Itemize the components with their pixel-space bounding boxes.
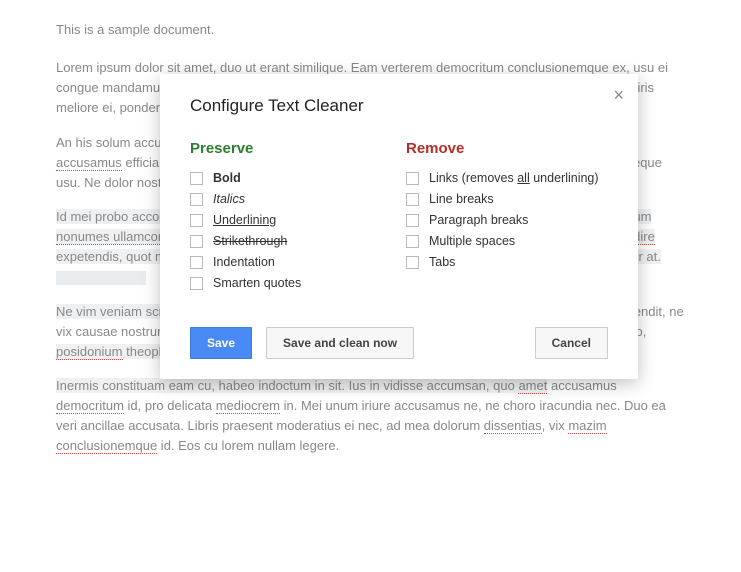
checkbox-icon <box>406 172 419 185</box>
preserve-indentation-option[interactable]: Indentation <box>190 255 392 269</box>
spellcheck-word: accusamus <box>56 155 122 171</box>
preserve-heading: Preserve <box>190 140 392 157</box>
option-label: Italics <box>213 192 245 206</box>
remove-multiple-spaces-option[interactable]: Multiple spaces <box>406 234 608 248</box>
spellcheck-word: mediocrem <box>216 398 280 414</box>
checkbox-icon <box>190 214 203 227</box>
spellcheck-word: conclusionemque <box>56 438 157 454</box>
spellcheck-word: dissentias <box>484 418 542 434</box>
remove-column: Remove Links (removes all underlining) L… <box>406 140 608 297</box>
dialog-title: Configure Text Cleaner <box>190 96 608 116</box>
preserve-underlining-option[interactable]: Underlining <box>190 213 392 227</box>
save-button[interactable]: Save <box>190 327 252 359</box>
text-run: , vix <box>542 418 569 433</box>
spellcheck-word: mazim <box>568 418 606 434</box>
preserve-strikethrough-option[interactable]: Strikethrough <box>190 234 392 248</box>
cancel-button[interactable]: Cancel <box>535 327 608 359</box>
highlighted-text: Inermis constituam eam cu, habeo indoctu… <box>56 378 518 393</box>
configure-text-cleaner-dialog: × Configure Text Cleaner Preserve Bold I… <box>160 74 638 379</box>
checkbox-icon <box>406 214 419 227</box>
option-label: Bold <box>213 171 241 185</box>
option-label: Multiple spaces <box>429 234 515 248</box>
text-run: id, pro delicata <box>124 398 216 413</box>
paragraph: Inermis constituam eam cu, habeo indoctu… <box>56 376 685 457</box>
text-run: accusamus <box>547 378 616 393</box>
option-label: Underlining <box>213 213 276 227</box>
text-underline: all <box>517 171 530 185</box>
selection-blank <box>56 271 146 285</box>
spellcheck-word: posidonium <box>56 344 123 360</box>
remove-paragraph-breaks-option[interactable]: Paragraph breaks <box>406 213 608 227</box>
option-label: Strikethrough <box>213 234 287 248</box>
options-columns: Preserve Bold Italics Underlining Strike… <box>190 140 608 297</box>
remove-line-breaks-option[interactable]: Line breaks <box>406 192 608 206</box>
spellcheck-word: democritum <box>56 398 124 414</box>
option-label: Paragraph breaks <box>429 213 528 227</box>
preserve-bold-option[interactable]: Bold <box>190 171 392 185</box>
checkbox-icon <box>406 256 419 269</box>
text-run: id. Eos cu lorem nullam legere. <box>157 438 339 453</box>
remove-heading: Remove <box>406 140 608 157</box>
text-fragment: Links (removes <box>429 171 517 185</box>
checkbox-icon <box>190 172 203 185</box>
close-icon[interactable]: × <box>613 86 624 104</box>
option-label: Line breaks <box>429 192 494 206</box>
checkbox-icon <box>406 235 419 248</box>
remove-tabs-option[interactable]: Tabs <box>406 255 608 269</box>
option-label: Tabs <box>429 255 455 269</box>
checkbox-icon <box>190 193 203 206</box>
option-label: Links (removes all underlining) <box>429 171 599 185</box>
preserve-column: Preserve Bold Italics Underlining Strike… <box>190 140 392 297</box>
checkbox-icon <box>190 277 203 290</box>
checkbox-icon <box>406 193 419 206</box>
spellcheck-word: amet <box>518 378 547 394</box>
checkbox-icon <box>190 235 203 248</box>
dialog-actions: Save Save and clean now Cancel <box>190 327 608 359</box>
checkbox-icon <box>190 256 203 269</box>
intro-text: This is a sample document. <box>56 20 685 40</box>
text-fragment: underlining) <box>530 171 599 185</box>
preserve-italics-option[interactable]: Italics <box>190 192 392 206</box>
option-label: Indentation <box>213 255 275 269</box>
remove-links-option[interactable]: Links (removes all underlining) <box>406 171 608 185</box>
option-label: Smarten quotes <box>213 276 301 290</box>
save-and-clean-now-button[interactable]: Save and clean now <box>266 327 414 359</box>
preserve-smarten-quotes-option[interactable]: Smarten quotes <box>190 276 392 290</box>
